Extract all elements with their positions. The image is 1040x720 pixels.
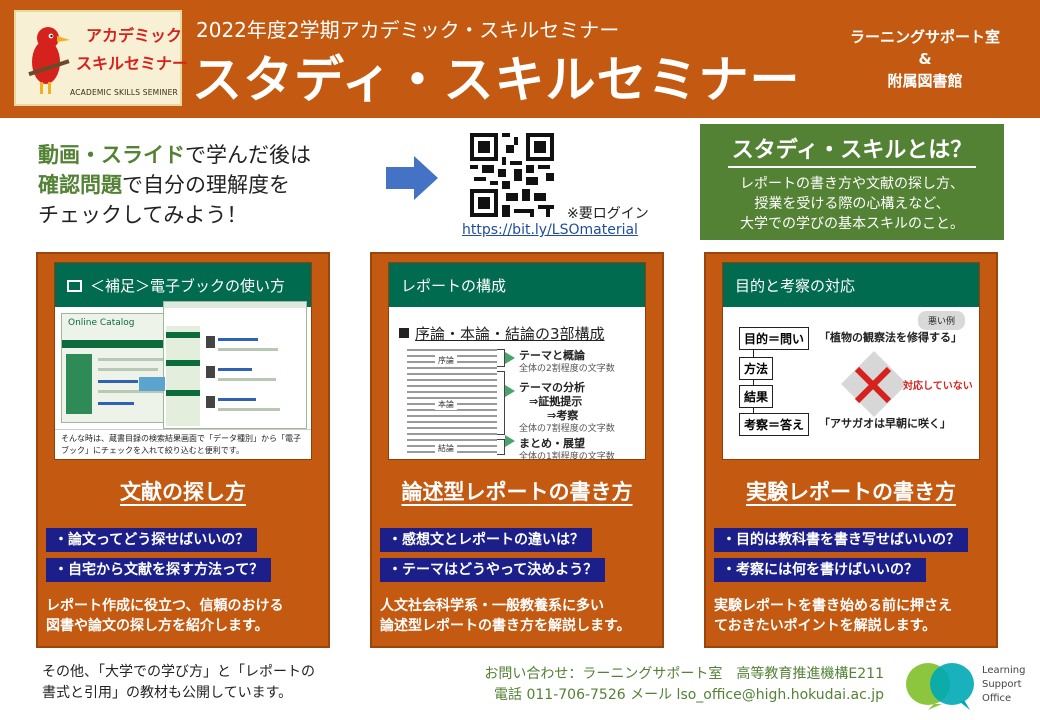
question-2: ・自宅から文献を探す方法って？ xyxy=(46,558,272,582)
card-title[interactable]: 実験レポートの書き方 xyxy=(706,476,996,506)
organizer-ampersand: & xyxy=(918,50,932,68)
card-description-line-2: ておきたいポイントを解説します。 xyxy=(714,618,937,634)
lso-logo-text: Learning Support Office xyxy=(982,665,1026,704)
thumb-heading: 序論・本論・結論の3部構成 xyxy=(399,323,605,344)
thumb-header: レポートの構成 xyxy=(389,263,645,307)
intro-line-1: 動画・スライドで学んだ後は xyxy=(38,140,311,170)
page-title: スタディ・スキルセミナー xyxy=(192,51,801,109)
contact-line-1: お問い合わせ：ラーニングサポート室 高等教育推進機構E211 xyxy=(484,666,884,682)
section-2-sub: 全体の7割程度の文字数 xyxy=(519,424,615,434)
card-argumentative-report[interactable]: レポートの構成 序論・本論・結論の3部構成 序論 本論 結論 テーマと概論 全体… xyxy=(370,252,664,648)
thumb-report-structure: レポートの構成 序論・本論・結論の3部構成 序論 本論 結論 テーマと概論 全体… xyxy=(388,262,646,460)
footer-left-line-1: その他、「大学での学び方」と「レポートの xyxy=(42,664,315,680)
green-arrow-icon xyxy=(505,352,515,364)
footer-other-materials: その他、「大学での学び方」と「レポートの 書式と引用」の教材も公開しています。 xyxy=(42,662,315,704)
not-corresponding-label: 対応していない xyxy=(903,381,973,392)
seminar-logo: アカデミック スキルセミナー ACADEMIC SKILLS SEMINER xyxy=(14,10,188,106)
thumb-purpose-discussion: 目的と考察の対応 悪い例 目的＝問い 方法 結果 考察＝答え 「植物の観察法を修… xyxy=(722,262,980,460)
square-bullet-icon xyxy=(399,328,409,338)
label-body: 本論 xyxy=(435,399,457,410)
intro-line-1-rest: で学んだ後は xyxy=(185,143,311,167)
section-1-sub: 全体の2割程度の文字数 xyxy=(519,364,615,374)
whatis-description: レポートの書き方や文献の探し方、 授業を受ける際の心構えなど、 大学での学びの基… xyxy=(700,174,1004,234)
label-conclusion: 結論 xyxy=(435,443,457,454)
right-arrow-icon xyxy=(386,156,438,200)
card-description-line-2: 論述型レポートの書き方を解説します。 xyxy=(380,618,631,634)
purpose-quote: 「植物の観察法を修得する」 xyxy=(819,331,962,344)
whatis-line-1: レポートの書き方や文献の探し方、 xyxy=(740,176,964,192)
intro-line-3: チェックしてみよう！ xyxy=(38,203,248,227)
box-result: 結果 xyxy=(739,385,774,408)
bird-mascot-icon xyxy=(28,27,70,94)
card-description: 人文社会科学系・一般教養系に多い 論述型レポートの書き方を解説します。 xyxy=(380,596,662,636)
card-literature-search[interactable]: ＜補足＞電子ブックの使い方 Online Catalog そんな時は、蔵書目録の… xyxy=(36,252,330,648)
box-purpose: 目的＝問い xyxy=(739,327,810,350)
catalog-label: Online Catalog xyxy=(68,318,135,328)
footer-contact: お問い合わせ：ラーニングサポート室 高等教育推進機構E211 電話 011-70… xyxy=(432,664,884,706)
organizer-2: 附属図書館 xyxy=(887,72,963,90)
intro-highlight-video: 動画・スライド xyxy=(38,143,185,167)
red-cross-icon xyxy=(854,366,892,404)
logo-text-english: ACADEMIC SKILLS SEMINER xyxy=(70,88,178,97)
mini-results-screenshot xyxy=(163,301,307,429)
logo-text-skillseminar: スキルセミナー xyxy=(76,54,189,73)
thumb-caption: そんな時は、蔵書目録の検索結果画面で「データ種別」から「電子ブック」にチェックを… xyxy=(55,429,311,459)
header-banner: アカデミック スキルセミナー ACADEMIC SKILLS SEMINER 2… xyxy=(0,0,1040,118)
label-intro: 序論 xyxy=(435,355,457,366)
book-icon xyxy=(67,280,82,292)
green-arrow-icon xyxy=(505,435,515,447)
logo-text-academic: アカデミック xyxy=(86,26,183,45)
intro-highlight-quiz: 確認問題 xyxy=(38,173,122,197)
intro-text: 動画・スライドで学んだ後は 確認問題で自分の理解度を チェックしてみよう！ xyxy=(38,140,311,230)
footer-left-line-2: 書式と引用」の教材も公開しています。 xyxy=(42,685,293,701)
question-1: ・感想文とレポートの違いは？ xyxy=(380,528,592,552)
header-subtitle: 2022年度2学期アカデミック・スキルセミナー xyxy=(196,18,620,42)
login-required-note: ※要ログイン xyxy=(567,206,649,222)
question-2: ・考察には何を書けばいいの？ xyxy=(714,558,926,582)
whatis-line-2: 授業を受ける際の心構えなど、 xyxy=(754,196,950,212)
bad-example-badge: 悪い例 xyxy=(917,311,965,330)
card-description-line-1: 人文社会科学系・一般教養系に多い xyxy=(380,598,604,614)
material-link[interactable]: https://bit.ly/LSOmaterial xyxy=(462,222,638,238)
box-discussion: 考察＝答え xyxy=(739,413,810,436)
green-arrow-icon xyxy=(505,385,515,397)
qr-code-icon[interactable] xyxy=(470,133,554,217)
thumb-ebook-guide: ＜補足＞電子ブックの使い方 Online Catalog そんな時は、蔵書目録の… xyxy=(54,262,312,460)
whatis-title: スタディ・スキルとは？ xyxy=(727,132,977,168)
lso-logo-icon xyxy=(906,663,974,710)
card-title[interactable]: 文献の探し方 xyxy=(38,476,328,506)
box-method: 方法 xyxy=(739,357,774,380)
card-description-line-1: レポート作成に役立つ、信頼のおける xyxy=(46,598,284,614)
discussion-quote: 「アサガオは早朝に咲く」 xyxy=(819,417,951,430)
organizer-names: ラーニングサポート室 & 附属図書館 xyxy=(830,26,1020,92)
thumb-title: ＜補足＞電子ブックの使い方 xyxy=(90,277,286,295)
card-title[interactable]: 論述型レポートの書き方 xyxy=(372,476,662,506)
highlight-arrow-icon xyxy=(139,377,165,391)
question-2: ・テーマはどうやって決めよう？ xyxy=(380,558,606,582)
mini-catalog-screenshot: Online Catalog xyxy=(61,313,179,423)
card-description-line-2: 図書や論文の探し方を紹介します。 xyxy=(46,618,269,634)
card-description-line-1: 実験レポートを書き始める前に押さえ xyxy=(714,598,952,614)
intro-line-2: 確認問題で自分の理解度を xyxy=(38,170,311,200)
whatis-line-3: 大学での学びの基本スキルのこと。 xyxy=(740,216,964,232)
question-1: ・目的は教科書を書き写せばいいの？ xyxy=(714,528,968,552)
contact-line-2[interactable]: 電話 011-706-7526 メール lso_office@high.hoku… xyxy=(432,685,884,706)
card-description: 実験レポートを書き始める前に押さえ ておきたいポイントを解説します。 xyxy=(714,596,996,636)
card-lab-report[interactable]: 目的と考察の対応 悪い例 目的＝問い 方法 結果 考察＝答え 「植物の観察法を修… xyxy=(704,252,998,648)
thumb-header: 目的と考察の対応 xyxy=(723,263,979,307)
what-is-study-skill-box: スタディ・スキルとは？ レポートの書き方や文献の探し方、 授業を受ける際の心構え… xyxy=(700,124,1004,240)
organizer-1: ラーニングサポート室 xyxy=(849,28,1000,46)
card-description: レポート作成に役立つ、信頼のおける 図書や論文の探し方を紹介します。 xyxy=(46,596,328,636)
intro-line-2-rest: で自分の理解度を xyxy=(122,173,290,197)
section-3-sub: 全体の1割程度の文字数 xyxy=(519,452,615,460)
question-1: ・論文ってどう探せばいいの？ xyxy=(46,528,258,552)
